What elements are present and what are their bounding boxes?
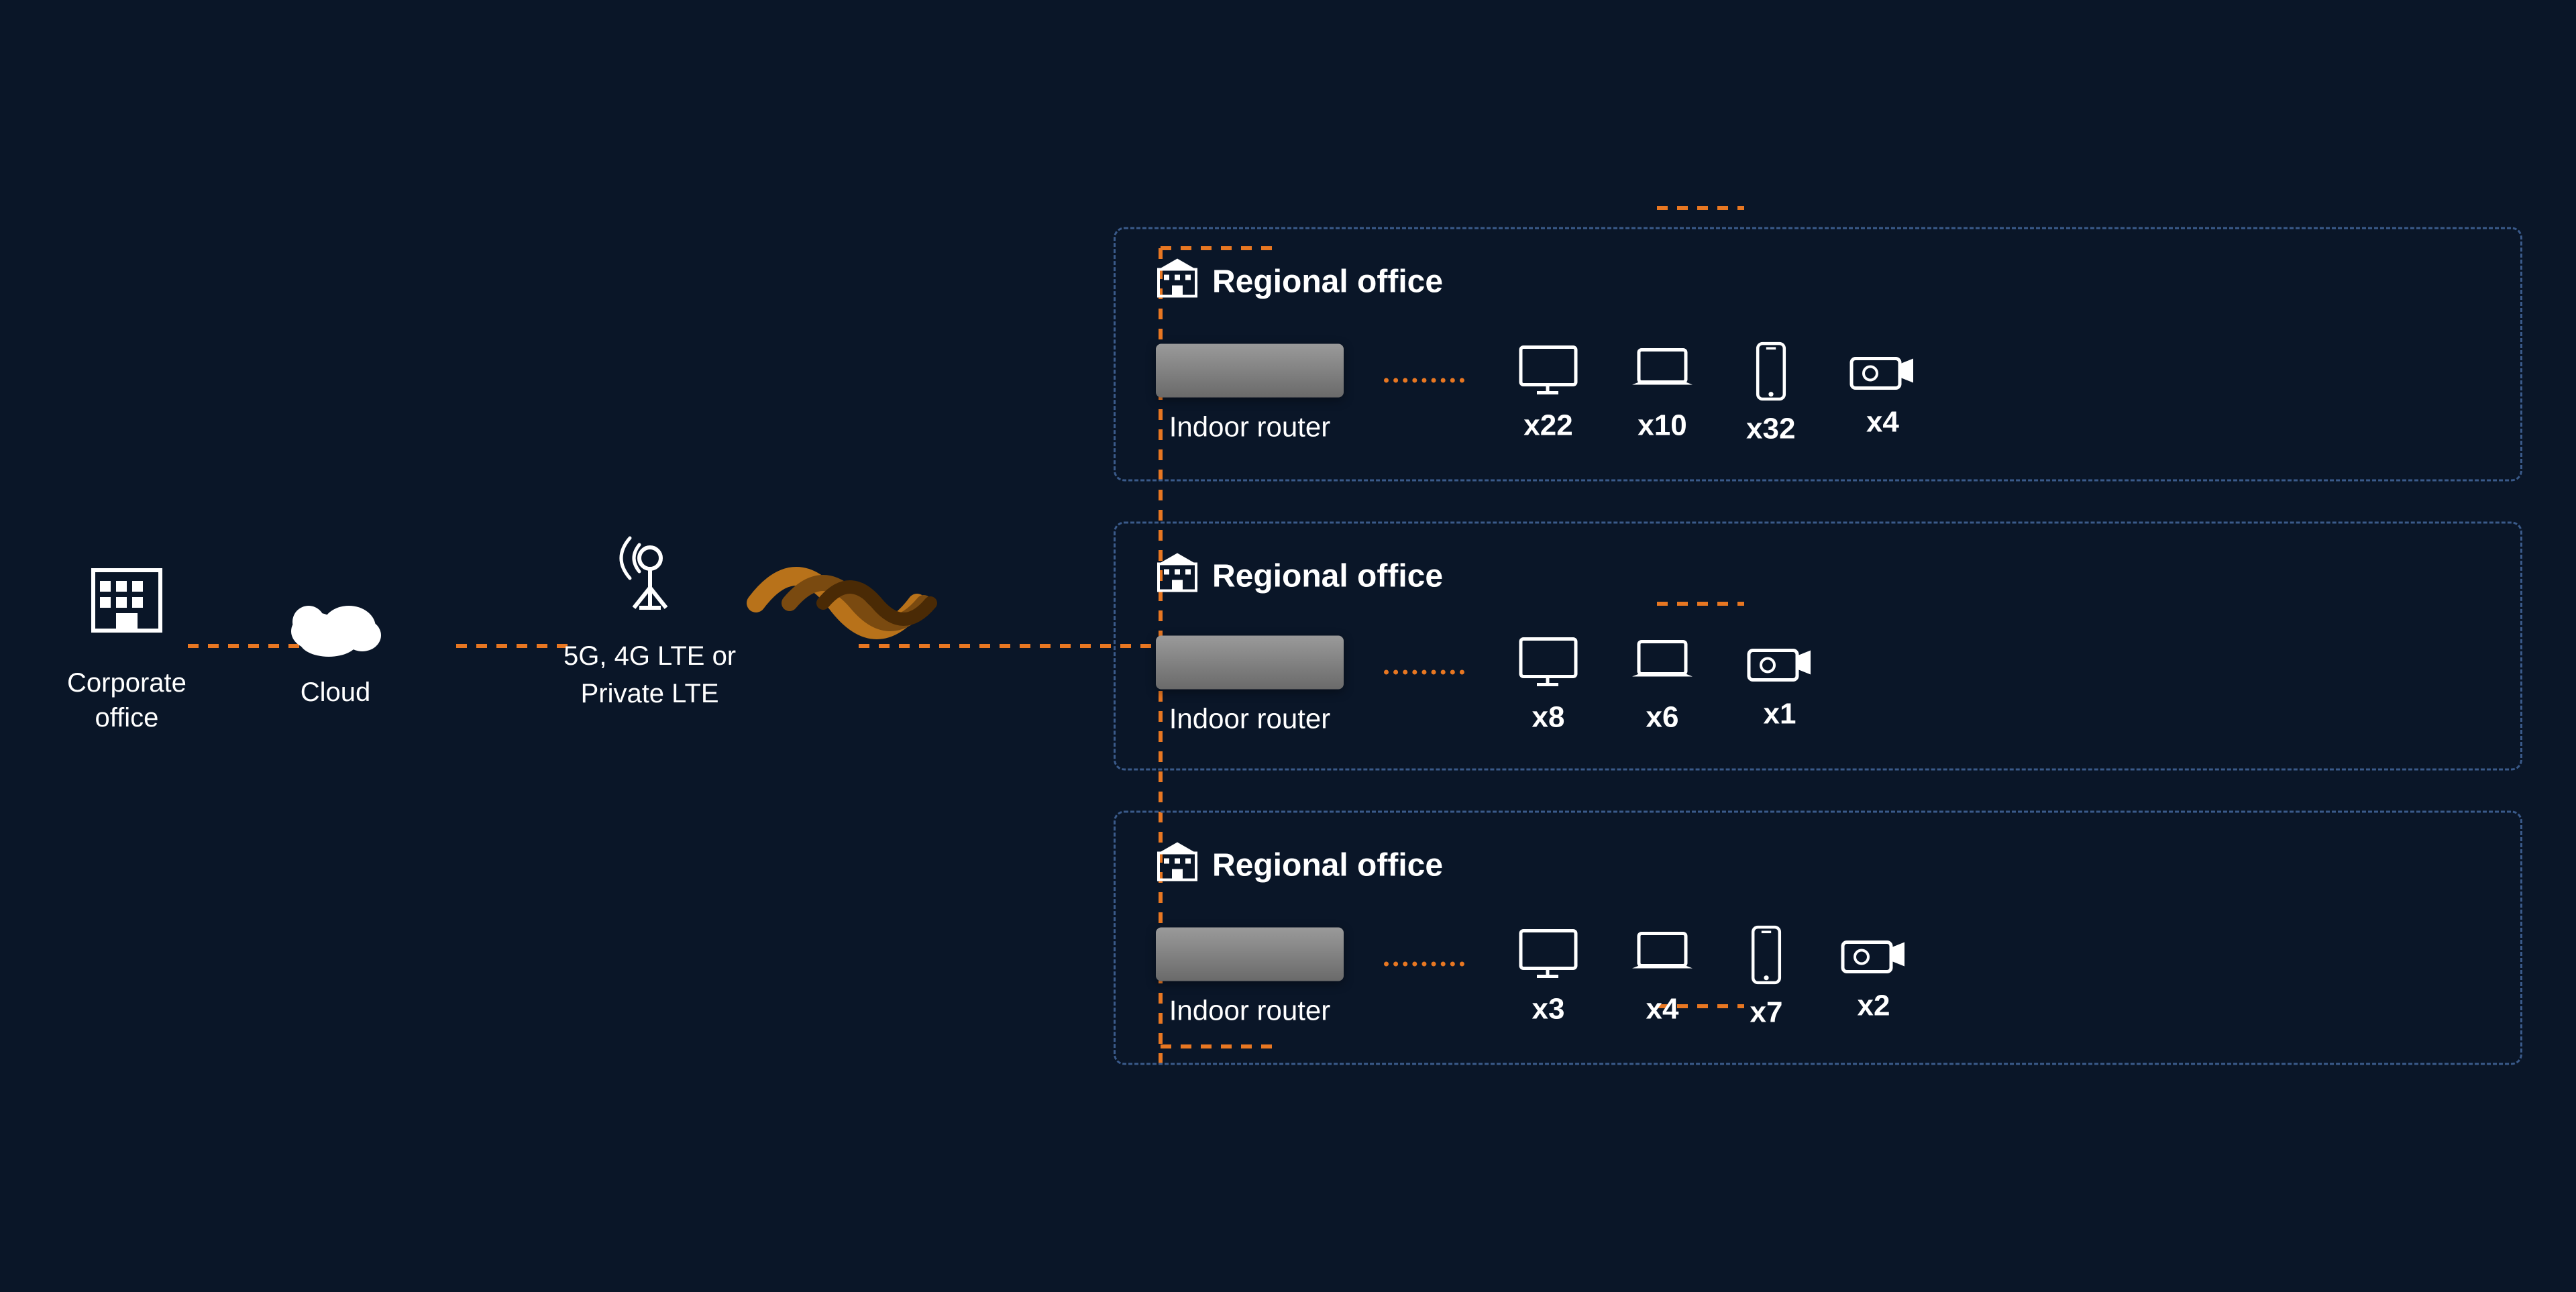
count-laptop-3: x4	[1646, 993, 1679, 1026]
offices-section: Regional office Indoor router	[1114, 227, 2522, 1065]
count-camera-1: x4	[1866, 406, 1899, 439]
office-1-devices: x22 x10	[1518, 341, 1916, 446]
office-3-header: Regional office	[1156, 840, 2480, 892]
count-laptop-2: x6	[1646, 701, 1679, 735]
count-camera-3: x2	[1858, 989, 1890, 1023]
corporate-office-node: Corporate office	[67, 557, 186, 735]
cloud-icon	[282, 584, 389, 661]
office-1-content: Indoor router x22	[1156, 341, 2480, 446]
count-phone-1: x32	[1746, 413, 1795, 446]
device-camera-1: x4	[1849, 348, 1916, 439]
office-2-header: Regional office	[1156, 551, 2480, 602]
router-line-3	[1384, 961, 1464, 966]
count-camera-2: x1	[1764, 698, 1796, 731]
office-3-icon	[1156, 840, 1199, 892]
router-icon-3	[1156, 928, 1344, 981]
office-2-content: Indoor router x8	[1156, 636, 2480, 735]
office-1-router-label: Indoor router	[1169, 411, 1330, 443]
cloud-label: Cloud	[301, 678, 371, 708]
corporate-icon	[87, 557, 167, 649]
office-3-router-label: Indoor router	[1169, 995, 1330, 1027]
count-laptop-1: x10	[1638, 409, 1686, 443]
router-line-2	[1384, 669, 1464, 674]
count-monitor-3: x3	[1532, 993, 1565, 1026]
device-monitor-3: x3	[1518, 928, 1578, 1026]
device-camera-3: x2	[1840, 932, 1907, 1023]
corporate-label: Corporate office	[67, 665, 186, 735]
office-3-title: Regional office	[1212, 847, 1443, 884]
device-camera-2: x1	[1746, 640, 1813, 731]
office-box-1: Regional office Indoor router	[1114, 227, 2522, 482]
office-2-router-label: Indoor router	[1169, 703, 1330, 735]
office-3-devices: x3 x4	[1518, 925, 1907, 1030]
office-2-router: Indoor router	[1156, 636, 1344, 735]
office-1-icon	[1156, 256, 1199, 308]
office-2-icon	[1156, 551, 1199, 602]
office-box-2: Regional office Indoor router	[1114, 522, 2522, 771]
device-laptop-1: x10	[1632, 345, 1693, 443]
count-phone-3: x7	[1750, 996, 1783, 1030]
tower-label: 5G, 4G LTE or Private LTE	[564, 637, 736, 712]
office-2-title: Regional office	[1212, 558, 1443, 595]
count-monitor-1: x22	[1523, 409, 1572, 443]
diagram-container: Corporate office Cloud	[0, 0, 2576, 1292]
device-laptop-2: x6	[1632, 637, 1693, 735]
device-monitor-2: x8	[1518, 637, 1578, 735]
device-monitor-1: x22	[1518, 345, 1578, 443]
router-icon-2	[1156, 636, 1344, 690]
device-laptop-3: x4	[1632, 928, 1693, 1026]
router-line-1	[1384, 378, 1464, 382]
office-1-header: Regional office	[1156, 256, 2480, 308]
office-2-devices: x8 x6	[1518, 637, 1813, 735]
count-monitor-2: x8	[1532, 701, 1565, 735]
office-1-title: Regional office	[1212, 264, 1443, 301]
office-3-content: Indoor router x3	[1156, 925, 2480, 1030]
office-box-3: Regional office Indoor router	[1114, 811, 2522, 1065]
router-icon-1	[1156, 344, 1344, 398]
device-phone-1: x32	[1746, 341, 1795, 446]
office-1-router: Indoor router	[1156, 344, 1344, 443]
device-phone-3: x7	[1746, 925, 1786, 1030]
tower-signal-container: 5G, 4G LTE or Private LTE	[564, 509, 957, 737]
tower-node: 5G, 4G LTE or Private LTE	[564, 534, 736, 712]
cloud-node: Cloud	[282, 584, 389, 708]
office-3-router: Indoor router	[1156, 928, 1344, 1027]
